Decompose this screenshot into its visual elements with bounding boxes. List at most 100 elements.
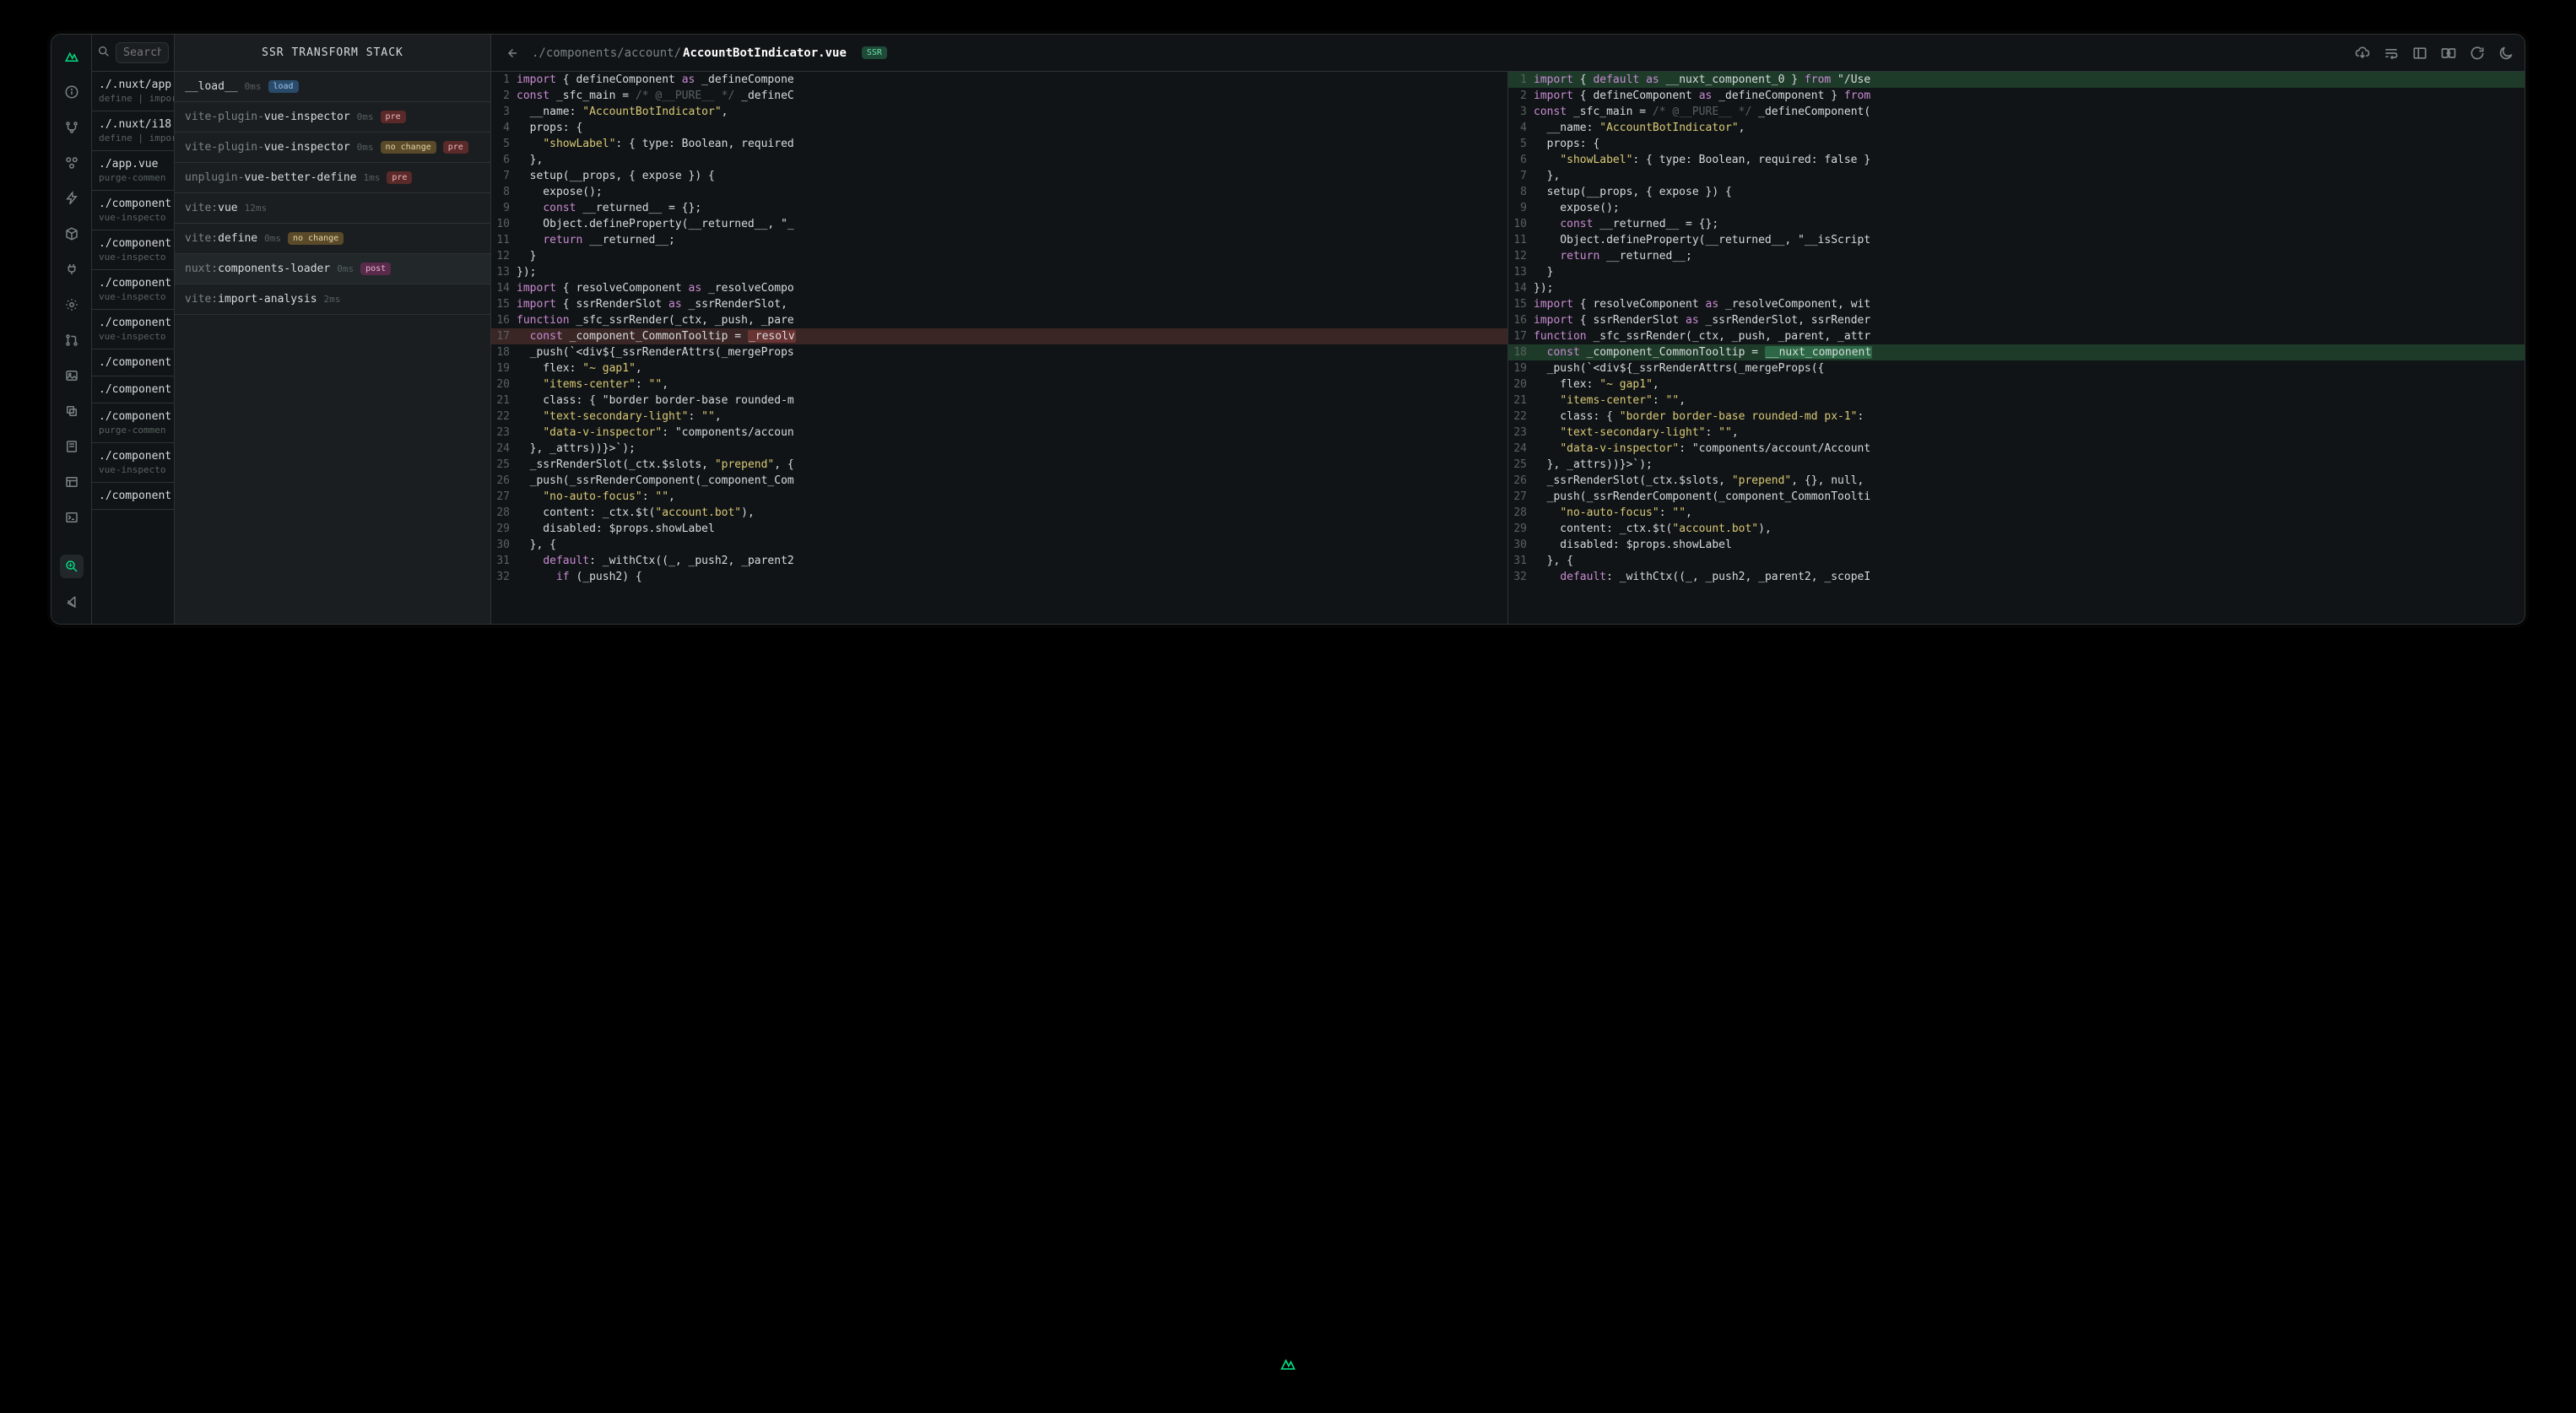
file-item[interactable]: ./component	[92, 376, 174, 403]
panel-left-icon[interactable]	[2411, 45, 2428, 62]
code-line: 4 __name: "AccountBotIndicator",	[1508, 120, 2525, 136]
copy-icon[interactable]	[60, 399, 84, 423]
code-line: 13});	[491, 264, 1507, 280]
code-line: 16import { ssrRenderSlot as _ssrRenderSl…	[1508, 312, 2525, 328]
code-line: 25 }, _attrs))}>`);	[1508, 457, 2525, 473]
code-line: 26 _ssrRenderSlot(_ctx.$slots, "prepend"…	[1508, 473, 2525, 489]
code-line: 28 content: _ctx.$t("account.bot"),	[491, 505, 1507, 521]
stack-row[interactable]: vite:define0msno change	[175, 224, 490, 254]
inspect-active-icon[interactable]	[60, 555, 84, 578]
code-line: 30 }, {	[491, 537, 1507, 553]
code-line: 21 class: { "border border-base rounded-…	[491, 392, 1507, 409]
code-line: 21 "items-center": "",	[1508, 392, 2525, 409]
search-icon	[97, 45, 111, 62]
code-line: 5 props: {	[1508, 136, 2525, 152]
layout-icon[interactable]	[60, 470, 84, 494]
refresh-icon[interactable]	[2469, 45, 2486, 62]
code-line: 24 }, _attrs))}>`);	[491, 441, 1507, 457]
code-line: 9 const __returned__ = {};	[491, 200, 1507, 216]
pull-request-icon[interactable]	[60, 328, 84, 352]
stack-row[interactable]: vite-plugin-vue-inspector0mspre	[175, 102, 490, 133]
plug-icon[interactable]	[60, 257, 84, 281]
code-line: 18 _push(`<div${_ssrRenderAttrs(_mergePr…	[491, 344, 1507, 360]
code-line: 5 "showLabel": { type: Boolean, required	[491, 136, 1507, 152]
code-line: 12 return __returned__;	[1508, 248, 2525, 264]
wrap-icon[interactable]	[2383, 45, 2400, 62]
file-item[interactable]: ./componentvue-inspecto	[92, 310, 174, 349]
diff-pane-left[interactable]: 1import { defineComponent as _defineComp…	[491, 72, 1508, 624]
code-line: 27 _push(_ssrRenderComponent(_component_…	[1508, 489, 2525, 505]
vscode-icon[interactable]	[60, 590, 84, 614]
stack-row[interactable]: unplugin-vue-better-define1mspre	[175, 163, 490, 193]
gear-icon[interactable]	[60, 293, 84, 317]
code-line: 20 "items-center": "",	[491, 376, 1507, 392]
nuxt-float-badge[interactable]	[1276, 1356, 1300, 1372]
stack-row[interactable]: vite:vue12ms	[175, 193, 490, 224]
code-line: 8 expose();	[491, 184, 1507, 200]
code-line: 29 disabled: $props.showLabel	[491, 521, 1507, 537]
code-line: 6 },	[491, 152, 1507, 168]
stack-row[interactable]: __load__0msload	[175, 72, 490, 102]
book-icon[interactable]	[60, 435, 84, 458]
terminal-icon[interactable]	[60, 506, 84, 529]
diff-icon[interactable]	[2440, 45, 2457, 62]
code-line: 10 Object.defineProperty(__returned__, "…	[491, 216, 1507, 232]
code-line: 23 "text-secondary-light": "",	[1508, 425, 2525, 441]
image-icon[interactable]	[60, 364, 84, 387]
branch-icon[interactable]	[60, 116, 84, 139]
code-line: 9 expose();	[1508, 200, 2525, 216]
code-line: 16function _sfc_ssrRender(_ctx, _push, _…	[491, 312, 1507, 328]
code-line: 31 default: _withCtx((_, _push2, _parent…	[491, 553, 1507, 569]
code-line: 12 }	[491, 248, 1507, 264]
code-line: 15import { resolveComponent as _resolveC…	[1508, 296, 2525, 312]
code-line: 28 "no-auto-focus": "",	[1508, 505, 2525, 521]
info-icon[interactable]	[60, 80, 84, 104]
code-line: 2import { defineComponent as _defineComp…	[1508, 88, 2525, 104]
code-line: 32 default: _withCtx((_, _push2, _parent…	[1508, 569, 2525, 585]
code-line: 8 setup(__props, { expose }) {	[1508, 184, 2525, 200]
code-line: 3const _sfc_main = /* @__PURE__ */ _defi…	[1508, 104, 2525, 120]
file-item[interactable]: ./component	[92, 349, 174, 376]
code-line: 30 disabled: $props.showLabel	[1508, 537, 2525, 553]
topbar: ./components/account/AccountBotIndicator…	[491, 35, 2525, 72]
code-line: 6 "showLabel": { type: Boolean, required…	[1508, 152, 2525, 168]
main-area: ./components/account/AccountBotIndicator…	[491, 35, 2525, 624]
nuxt-logo-icon[interactable]	[60, 45, 84, 68]
file-item[interactable]: ./componentvue-inspecto	[92, 191, 174, 230]
topbar-actions	[2354, 45, 2514, 62]
code-line: 32 if (_push2) {	[491, 569, 1507, 585]
code-line: 7 setup(__props, { expose }) {	[491, 168, 1507, 184]
code-line: 27 "no-auto-focus": "",	[491, 489, 1507, 505]
code-line: 4 props: {	[491, 120, 1507, 136]
file-item[interactable]: ./componentvue-inspecto	[92, 443, 174, 483]
modules-icon[interactable]	[60, 151, 84, 175]
file-item[interactable]: ./componentvue-inspecto	[92, 270, 174, 310]
file-item[interactable]: ./.nuxt/appdefine | impor	[92, 72, 174, 111]
search-input[interactable]	[116, 42, 169, 63]
code-line: 1import { defineComponent as _defineComp…	[491, 72, 1507, 88]
code-line: 3 __name: "AccountBotIndicator",	[491, 104, 1507, 120]
code-line: 10 const __returned__ = {};	[1508, 216, 2525, 232]
file-item[interactable]: ./componentpurge-commen	[92, 403, 174, 443]
diff-pane-right[interactable]: 1import { default as __nuxt_component_0 …	[1508, 72, 2525, 624]
stack-row[interactable]: vite:import-analysis2ms	[175, 284, 490, 315]
code-line: 14});	[1508, 280, 2525, 296]
code-line: 22 "text-secondary-light": "",	[491, 409, 1507, 425]
moon-icon[interactable]	[2498, 45, 2514, 62]
code-line: 22 class: { "border border-base rounded-…	[1508, 409, 2525, 425]
stack-row[interactable]: nuxt:components-loader0mspost	[175, 254, 490, 284]
box-icon[interactable]	[60, 222, 84, 246]
bolt-icon[interactable]	[60, 187, 84, 210]
back-button[interactable]	[501, 43, 522, 63]
breadcrumb: ./components/account/AccountBotIndicator…	[532, 46, 847, 60]
code-line: 19 _push(`<div${_ssrRenderAttrs(_mergePr…	[1508, 360, 2525, 376]
transform-stack-panel: SSR TRANSFORM STACK __load__0msloadvite-…	[175, 35, 491, 624]
devtools-window: ./.nuxt/appdefine | impor./.nuxt/i18defi…	[51, 34, 2525, 625]
code-line: 13 }	[1508, 264, 2525, 280]
file-item[interactable]: ./componentvue-inspecto	[92, 230, 174, 270]
cloud-download-icon[interactable]	[2354, 45, 2371, 62]
stack-row[interactable]: vite-plugin-vue-inspector0msno changepre	[175, 133, 490, 163]
file-item[interactable]: ./app.vuepurge-commen	[92, 151, 174, 191]
file-item[interactable]: ./.nuxt/i18define | impor	[92, 111, 174, 151]
file-item[interactable]: ./component	[92, 483, 174, 510]
